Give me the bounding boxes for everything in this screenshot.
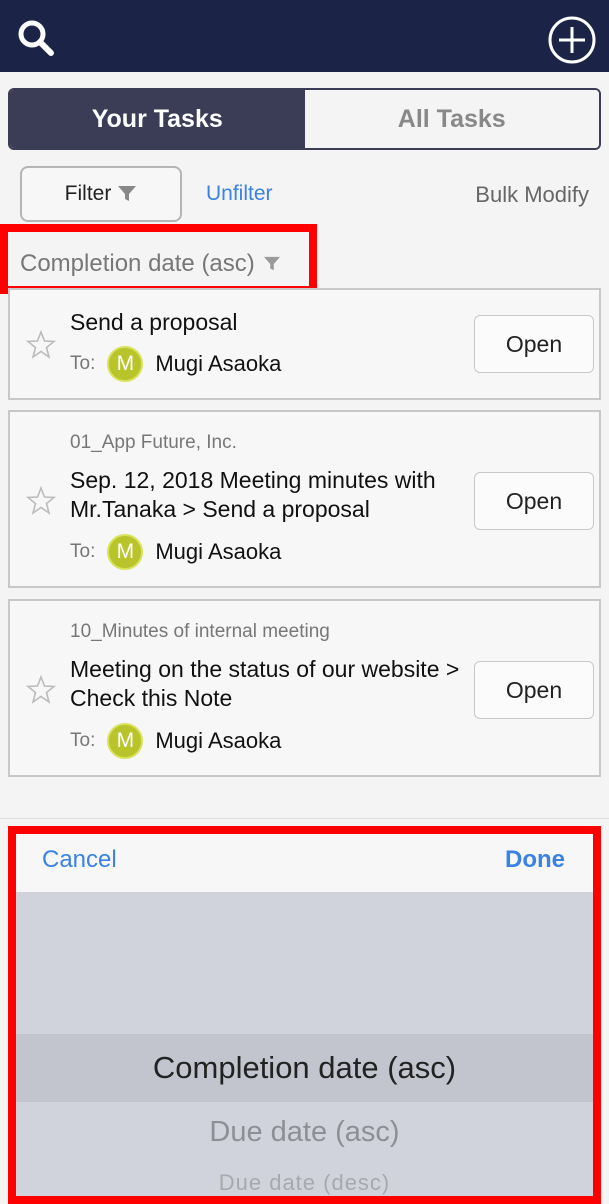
to-label: To: bbox=[70, 541, 96, 562]
filter-button[interactable]: Filter bbox=[20, 166, 182, 222]
search-icon[interactable] bbox=[14, 16, 58, 60]
filter-label: Filter bbox=[64, 182, 112, 205]
open-button[interactable]: Open bbox=[474, 661, 594, 719]
task-title: Meeting on the status of our website > C… bbox=[70, 656, 460, 711]
task-title: Sep. 12, 2018 Meeting minutes with Mr.Ta… bbox=[70, 467, 436, 522]
task-card: Send a proposal To: M Mugi Asaoka Open bbox=[8, 288, 601, 400]
highlight-box bbox=[8, 826, 601, 1204]
avatar: M bbox=[107, 534, 144, 570]
unfilter-link[interactable]: Unfilter bbox=[206, 182, 273, 206]
tab-all-tasks[interactable]: All Tasks bbox=[304, 90, 599, 148]
task-title: Send a proposal bbox=[70, 309, 238, 335]
star-icon[interactable] bbox=[26, 330, 56, 360]
to-label: To: bbox=[70, 730, 96, 751]
tab-your-tasks[interactable]: Your Tasks bbox=[10, 90, 305, 148]
assignee-name: Mugi Asaoka bbox=[155, 351, 282, 376]
assignee-name: Mugi Asaoka bbox=[155, 728, 282, 753]
open-button[interactable]: Open bbox=[474, 472, 594, 530]
divider bbox=[0, 818, 609, 819]
task-assignee-row: To: M Mugi Asaoka bbox=[70, 346, 281, 382]
assignee-name: Mugi Asaoka bbox=[155, 539, 282, 564]
avatar: M bbox=[107, 723, 144, 759]
task-group: 01_App Future, Inc. bbox=[70, 432, 237, 453]
bulk-modify-link[interactable]: Bulk Modify bbox=[475, 182, 589, 208]
star-icon[interactable] bbox=[26, 675, 56, 705]
to-label: To: bbox=[70, 353, 96, 374]
open-button[interactable]: Open bbox=[474, 315, 594, 373]
funnel-icon bbox=[118, 186, 137, 201]
star-icon[interactable] bbox=[26, 486, 56, 516]
top-bar bbox=[0, 0, 609, 72]
task-assignee-row: To: M Mugi Asaoka bbox=[70, 534, 281, 570]
highlight-box bbox=[0, 224, 317, 294]
avatar: M bbox=[107, 346, 144, 382]
task-scope-tabs: Your Tasks All Tasks bbox=[8, 88, 601, 150]
plus-circle-icon[interactable] bbox=[546, 16, 598, 64]
task-card: 10_Minutes of internal meeting Meeting o… bbox=[8, 599, 601, 777]
task-assignee-row: To: M Mugi Asaoka bbox=[70, 723, 281, 759]
task-group: 10_Minutes of internal meeting bbox=[70, 621, 330, 642]
task-card: 01_App Future, Inc. Sep. 12, 2018 Meetin… bbox=[8, 410, 601, 588]
